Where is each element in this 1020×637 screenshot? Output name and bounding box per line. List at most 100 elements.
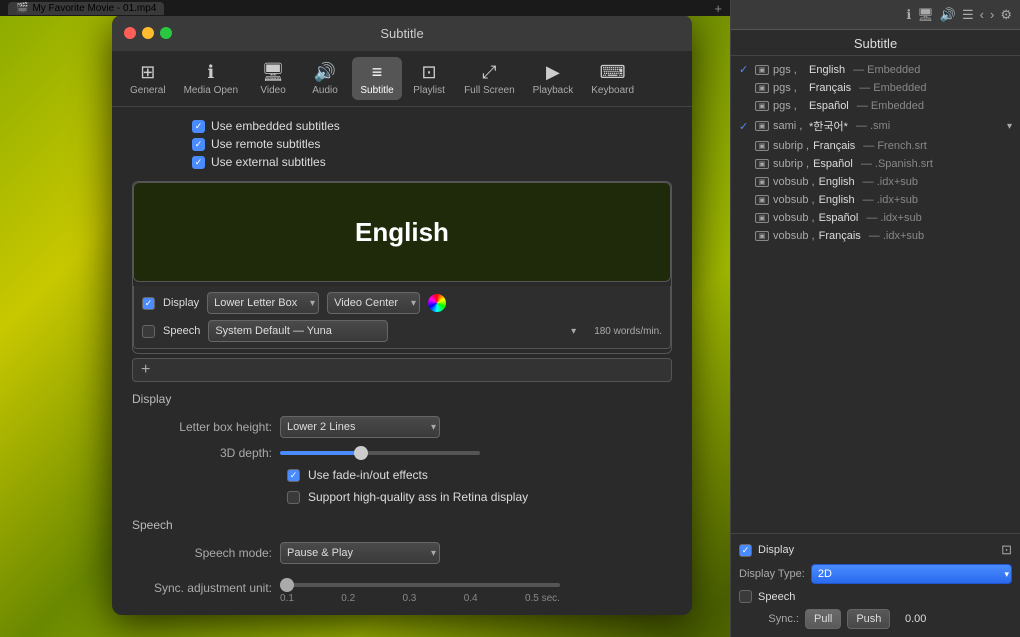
- video-position-select[interactable]: Video Center Top Bottom: [327, 292, 420, 314]
- speech-section-header: Speech: [132, 518, 672, 532]
- rp-bottom-controls: Display ⊡ Display Type: 2D 3D Left/Right…: [731, 533, 1020, 637]
- sub-dropdown-4[interactable]: ▾: [1007, 121, 1012, 132]
- use-external-checkbox[interactable]: [192, 156, 205, 169]
- file-tab[interactable]: 🎬 My Favorite Movie - 01.mp4: [8, 2, 164, 15]
- new-tab-button[interactable]: +: [714, 1, 722, 16]
- subtitle-item-5[interactable]: ▣ subrip , Français — French.srt: [731, 137, 1020, 155]
- sub-source-10: — .idx+sub: [869, 230, 924, 242]
- sync-pull-button[interactable]: Pull: [805, 609, 841, 629]
- sub-format-4: sami ,: [773, 120, 805, 132]
- minimize-button[interactable]: [142, 27, 154, 39]
- subtitle-item-4[interactable]: ✓ ▣ sami , *한국어* — .smi ▾: [731, 115, 1020, 137]
- sub-source-8: — .idx+sub: [863, 194, 918, 206]
- subtitle-item-10[interactable]: ▣ vobsub , Français — .idx+sub: [731, 227, 1020, 245]
- speech-select[interactable]: System Default — Yuna Alex Samantha: [208, 320, 388, 342]
- subtitle-icon: ≡: [363, 61, 391, 83]
- window-title: Subtitle: [380, 26, 423, 41]
- sub-lang-10: Français: [819, 230, 861, 242]
- words-per-min: 180 words/min.: [594, 326, 662, 337]
- tick-02: 0.2: [341, 593, 355, 604]
- rp-sync-row: Sync.: Pull Push 0.00: [739, 609, 1012, 629]
- toolbar-keyboard[interactable]: ⌨ Keyboard: [583, 57, 642, 100]
- toolbar-video[interactable]: 🖥 Video: [248, 57, 298, 100]
- sync-adjustment-row: Sync. adjustment unit: 0.1 0.2 0.3 0.4 0…: [132, 572, 672, 604]
- rp-list-icon[interactable]: ☰: [962, 7, 974, 23]
- rp-title-text: Subtitle: [854, 36, 897, 51]
- high-quality-checkbox[interactable]: [287, 491, 300, 504]
- toolbar-audio[interactable]: 🔊 Audio: [300, 57, 350, 100]
- toolbar-general[interactable]: ⊞ General: [122, 57, 174, 100]
- close-button[interactable]: [124, 27, 136, 39]
- media-open-icon: ℹ: [197, 61, 225, 83]
- letterbox-height-row: Letter box height: Lower 2 Lines Lower 1…: [132, 416, 672, 438]
- speech-mode-select[interactable]: Pause & Play Continuous Off: [280, 542, 440, 564]
- playlist-icon: ⊡: [415, 61, 443, 83]
- toolbar: ⊞ General ℹ Media Open 🖥 Video 🔊 Audio ≡…: [112, 51, 692, 107]
- use-embedded-checkbox[interactable]: [192, 120, 205, 133]
- sync-slider-wrap: 0.1 0.2 0.3 0.4 0.5 sec.: [280, 576, 560, 604]
- toolbar-playback[interactable]: ▶ Playback: [525, 57, 582, 100]
- depth-3d-row: 3D depth:: [132, 446, 672, 460]
- color-wheel-icon[interactable]: [428, 294, 446, 312]
- rp-sync-label: Sync.:: [739, 613, 799, 625]
- toolbar-playlist[interactable]: ⊡ Playlist: [404, 57, 454, 100]
- subtitle-item-2[interactable]: ▣ pgs , Français — Embedded: [731, 79, 1020, 97]
- tick-labels: 0.1 0.2 0.3 0.4 0.5 sec.: [280, 593, 560, 604]
- sub-icon-2: ▣: [755, 83, 769, 93]
- rp-info-icon[interactable]: ℹ: [906, 7, 911, 23]
- toolbar-fullscreen[interactable]: ⤢ Full Screen: [456, 57, 523, 100]
- subtitle-options: Use embedded subtitles Use remote subtit…: [132, 119, 672, 169]
- rp-speech-checkbox[interactable]: [739, 590, 752, 603]
- use-embedded-row[interactable]: Use embedded subtitles: [192, 119, 672, 133]
- use-remote-row[interactable]: Use remote subtitles: [192, 137, 672, 151]
- speech-checkbox[interactable]: [142, 325, 155, 338]
- display-checkbox[interactable]: [142, 297, 155, 310]
- subtitle-item-9[interactable]: ▣ vobsub , Español — .idx+sub: [731, 209, 1020, 227]
- toolbar-subtitle[interactable]: ≡ Subtitle: [352, 57, 402, 100]
- sub-lang-9: Español: [819, 212, 859, 224]
- sub-lang-1: English: [809, 64, 845, 76]
- rp-display-type-select-wrapper: 2D 3D Left/Right 3D Top/Bottom ▾: [811, 564, 1012, 584]
- depth-3d-label: 3D depth:: [132, 446, 272, 460]
- content-area: Use embedded subtitles Use remote subtit…: [112, 107, 692, 615]
- rp-display-type-row: Display Type: 2D 3D Left/Right 3D Top/Bo…: [739, 564, 1012, 584]
- sync-adjustment-slider[interactable]: [280, 583, 560, 587]
- subtitle-item-8[interactable]: ▣ vobsub , English — .idx+sub: [731, 191, 1020, 209]
- rp-chevron-left-icon[interactable]: ‹: [980, 7, 984, 22]
- sync-push-button[interactable]: Push: [847, 609, 890, 629]
- title-bar: Subtitle: [112, 15, 692, 51]
- rp-display-type-select[interactable]: 2D 3D Left/Right 3D Top/Bottom: [811, 564, 1012, 584]
- rp-chevron-right-icon[interactable]: ›: [990, 7, 994, 22]
- maximize-button[interactable]: [160, 27, 172, 39]
- speech-mode-select-wrapper: Pause & Play Continuous Off ▾: [280, 542, 440, 564]
- depth-3d-slider[interactable]: [280, 451, 480, 455]
- right-panel: ℹ 🖥 🔊 ☰ ‹ › ⚙ Subtitle ✓ ▣ pgs , English…: [730, 0, 1020, 637]
- rp-monitor-icon[interactable]: 🖥: [917, 7, 934, 23]
- subtitle-item-7[interactable]: ▣ vobsub , English — .idx+sub: [731, 173, 1020, 191]
- letterbox-height-select[interactable]: Lower 2 Lines Lower 1 Line Upper 2 Lines: [280, 416, 440, 438]
- fade-checkbox[interactable]: [287, 469, 300, 482]
- use-external-row[interactable]: Use external subtitles: [192, 155, 672, 169]
- subtitle-item-3[interactable]: ▣ pgs , Español — Embedded: [731, 97, 1020, 115]
- file-tab-label: My Favorite Movie - 01.mp4: [32, 3, 156, 14]
- sub-source-5: — French.srt: [863, 140, 927, 152]
- rp-display-checkbox[interactable]: [739, 544, 752, 557]
- rp-speaker-icon[interactable]: 🔊: [940, 7, 956, 23]
- sub-format-7: vobsub ,: [773, 176, 815, 188]
- subtitle-item-6[interactable]: ▣ subrip , Español — .Spanish.srt: [731, 155, 1020, 173]
- subtitle-item-1[interactable]: ✓ ▣ pgs , English — Embedded: [731, 60, 1020, 79]
- letterbox-select[interactable]: Lower Letter Box Upper Letter Box Center: [207, 292, 319, 314]
- sub-check-4: ✓: [739, 120, 751, 133]
- video-label: Video: [260, 85, 285, 96]
- sub-format-9: vobsub ,: [773, 212, 815, 224]
- speech-section: Speech Speech mode: Pause & Play Continu…: [132, 518, 672, 604]
- toolbar-media-open[interactable]: ℹ Media Open: [176, 57, 246, 100]
- rp-speech-row: Speech: [739, 590, 1012, 603]
- rp-display-row: Display ⊡: [739, 542, 1012, 558]
- use-remote-checkbox[interactable]: [192, 138, 205, 151]
- add-subtitle-button[interactable]: +: [141, 362, 150, 378]
- preview-controls: Display Lower Letter Box Upper Letter Bo…: [133, 286, 671, 349]
- sub-source-3: — Embedded: [857, 100, 924, 112]
- rp-settings-icon[interactable]: ⚙: [1000, 7, 1012, 23]
- letterbox-height-label: Letter box height:: [132, 420, 272, 434]
